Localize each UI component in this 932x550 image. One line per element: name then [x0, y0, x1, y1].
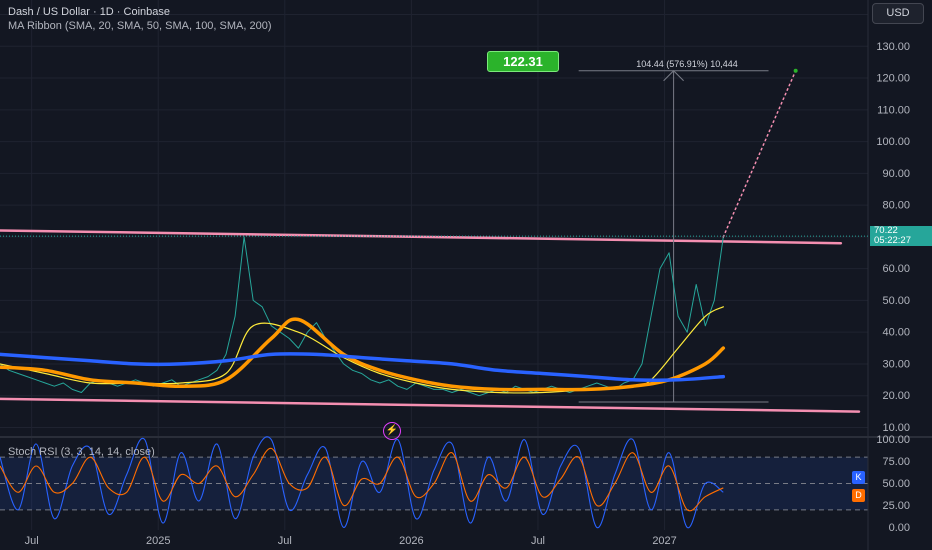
currency-button[interactable]: USD	[872, 3, 924, 24]
price-tick-label: 40.00	[882, 327, 910, 339]
indicator-label[interactable]: MA Ribbon (SMA, 20, SMA, 50, SMA, 100, S…	[8, 20, 272, 32]
time-axis[interactable]: Jul 2025 Jul 2026 Jul 2027	[25, 535, 677, 547]
price-tick-label: 60.00	[882, 263, 910, 275]
time-tick-label: Jul	[531, 535, 545, 547]
stoch-tick-label: 50.00	[882, 478, 910, 490]
time-tick-label: Jul	[278, 535, 292, 547]
price-tick-label: 30.00	[882, 358, 910, 370]
stoch-tick-label: 25.00	[882, 500, 910, 512]
series-projection	[722, 69, 797, 238]
series-close	[0, 236, 724, 397]
current-price-tag: 70.22 05:22:27	[870, 226, 932, 246]
price-tick-label: 120.00	[876, 73, 910, 85]
price-tick-label: 80.00	[882, 200, 910, 212]
price-tick-label: 110.00	[877, 104, 910, 116]
stoch-rsi-label[interactable]: Stoch RSI (3, 3, 14, 14, close)	[8, 446, 155, 458]
price-tick-label: 50.00	[882, 295, 910, 307]
price-tick-label: 130.00	[876, 41, 910, 53]
price-tick-label: 100.00	[876, 136, 910, 148]
time-tick-label: 2027	[652, 535, 676, 547]
series-ma-200	[0, 352, 726, 382]
measure-label: 104.44 (576.91%) 10,444	[636, 59, 738, 69]
k-badge: K	[852, 471, 865, 484]
price-tick-label: 10.00	[882, 422, 910, 434]
time-tick-label: 2025	[146, 535, 170, 547]
target-point	[793, 68, 798, 73]
d-badge: D	[852, 489, 865, 502]
chart-title: Dash / US Dollar · 1D · Coinbase	[8, 6, 171, 18]
stoch-tick-label: 75.00	[882, 456, 910, 468]
stoch-axis[interactable]: 0.00 25.00 50.00 75.00 100.00	[876, 434, 910, 534]
price-axis[interactable]: 10.0020.0030.0040.0050.0060.0070.0080.00…	[876, 9, 910, 434]
time-tick-label: 2026	[399, 535, 423, 547]
bar-countdown: 05:22:27	[874, 235, 911, 246]
time-tick-label: Jul	[25, 535, 39, 547]
price-tick-label: 20.00	[882, 390, 910, 402]
stoch-tick-label: 100.00	[876, 434, 910, 446]
price-tick-label: 90.00	[882, 168, 910, 180]
target-price-badge[interactable]: 122.31	[487, 51, 559, 72]
flash-icon[interactable]: ⚡	[383, 422, 401, 440]
chart-canvas: 10.0020.0030.0040.0050.0060.0070.0080.00…	[0, 0, 932, 550]
stoch-tick-label: 0.00	[889, 522, 910, 534]
channel-lines	[0, 229, 861, 413]
series-channel-bottom	[0, 397, 861, 413]
